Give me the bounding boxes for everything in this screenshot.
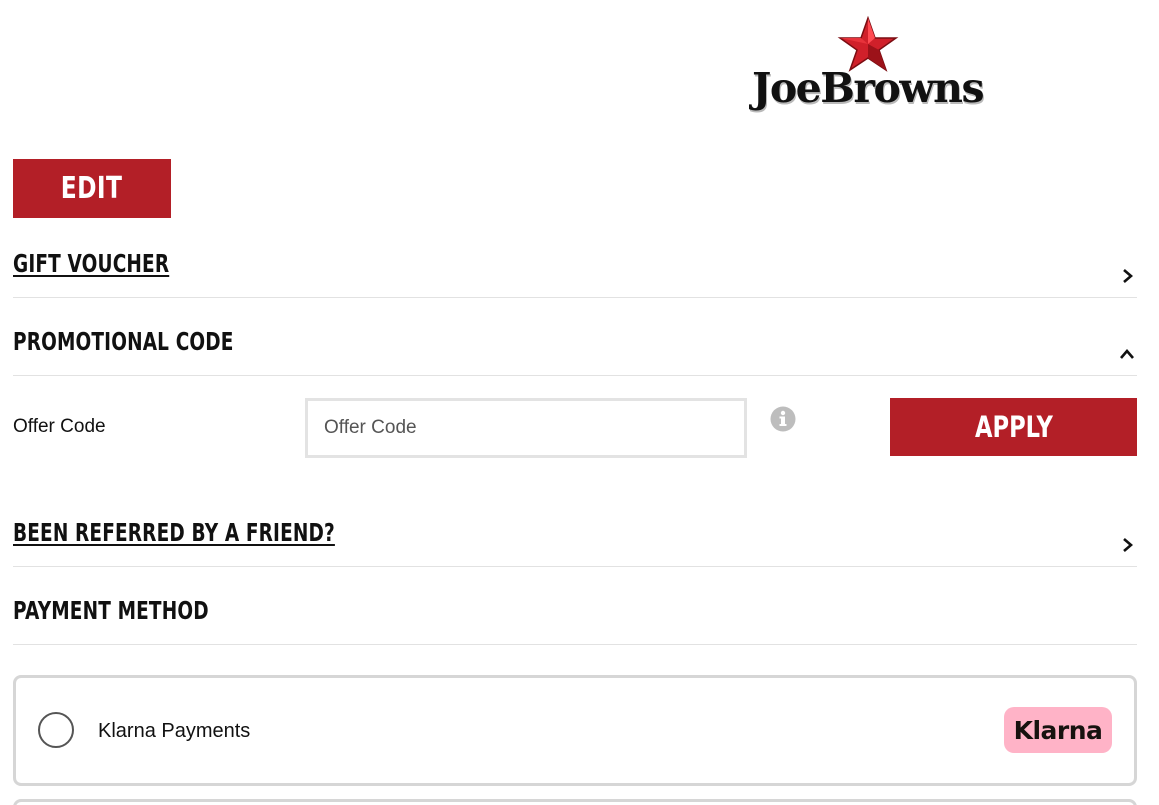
- klarna-label[interactable]: Klarna Payments: [98, 720, 250, 743]
- promotional-code-section[interactable]: PROMOTIONAL CODE: [13, 318, 1137, 376]
- offer-code-input[interactable]: [305, 398, 747, 458]
- apply-button-label: APPLY: [974, 410, 1053, 444]
- payment-method-section: PAYMENT METHOD: [13, 587, 1137, 645]
- chevron-right-icon[interactable]: [1119, 268, 1135, 284]
- referred-section[interactable]: BEEN REFERRED BY A FRIEND?: [13, 509, 1137, 567]
- apply-button[interactable]: APPLY: [890, 398, 1137, 456]
- edit-button-label: EDIT: [61, 171, 123, 206]
- offer-code-label: Offer Code: [13, 416, 106, 437]
- klarna-logo-badge: Klarna: [1004, 707, 1112, 753]
- payment-option-klarna[interactable]: Klarna Payments Klarna: [13, 675, 1137, 786]
- payment-method-title: PAYMENT METHOD: [13, 596, 209, 625]
- info-icon[interactable]: [770, 406, 796, 432]
- chevron-right-icon[interactable]: [1119, 537, 1135, 553]
- gift-voucher-title[interactable]: GIFT VOUCHER: [13, 249, 169, 278]
- referred-title[interactable]: BEEN REFERRED BY A FRIEND?: [13, 518, 335, 547]
- edit-button[interactable]: EDIT: [13, 159, 171, 218]
- payment-option-next[interactable]: [13, 799, 1137, 805]
- gift-voucher-section[interactable]: GIFT VOUCHER: [13, 240, 1137, 298]
- logo-wordmark: JoeBrowns: [751, 64, 985, 112]
- joebrowns-logo[interactable]: JoeBrowns: [745, 16, 990, 118]
- promotional-code-title[interactable]: PROMOTIONAL CODE: [13, 327, 234, 356]
- checkout-page: JoeBrowns EDIT GIFT VOUCHER PROMOTIONAL …: [0, 0, 1159, 805]
- chevron-up-icon[interactable]: [1119, 346, 1135, 362]
- klarna-radio[interactable]: [38, 712, 74, 748]
